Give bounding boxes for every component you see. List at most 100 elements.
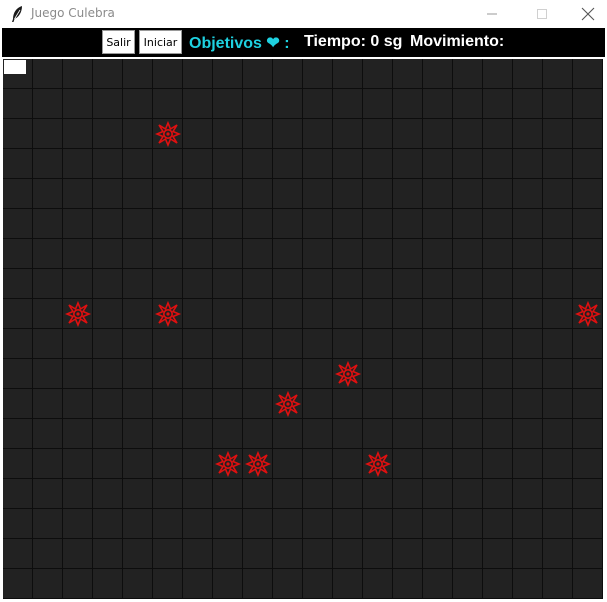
grid-cell (273, 239, 303, 269)
grid-cell (93, 119, 123, 149)
grid-cell (153, 509, 183, 539)
grid-cell (123, 179, 153, 209)
grid-cell (123, 239, 153, 269)
grid-cell (33, 299, 63, 329)
grid-cell (153, 389, 183, 419)
grid-cell (483, 359, 513, 389)
grid-cell (333, 539, 363, 569)
grid-cell (333, 389, 363, 419)
maximize-button[interactable] (519, 0, 565, 28)
grid-cell (243, 119, 273, 149)
grid-cell (63, 509, 93, 539)
target-icon (154, 300, 182, 328)
grid-cell (273, 449, 303, 479)
grid-cell (123, 389, 153, 419)
grid-cell (63, 239, 93, 269)
grid-cell (483, 239, 513, 269)
grid-cell (243, 479, 273, 509)
target-icon (154, 120, 182, 148)
grid-cell (363, 269, 393, 299)
grid-cell (3, 299, 33, 329)
grid-cell (153, 539, 183, 569)
grid-cell (423, 149, 453, 179)
grid-cell (153, 269, 183, 299)
grid-cell (123, 329, 153, 359)
grid-cell (453, 329, 483, 359)
target-icon (334, 360, 362, 388)
game-board (3, 59, 603, 599)
grid-cell (183, 119, 213, 149)
grid-cell (303, 149, 333, 179)
grid-cell (153, 149, 183, 179)
grid-cell (543, 569, 573, 599)
grid-cell (513, 419, 543, 449)
grid-cell (33, 269, 63, 299)
grid-cell (453, 419, 483, 449)
grid-cell (3, 419, 33, 449)
grid-cell (183, 539, 213, 569)
close-button[interactable] (565, 0, 607, 28)
grid-cell (393, 119, 423, 149)
grid-cell (123, 509, 153, 539)
grid-cell (183, 479, 213, 509)
grid-cell (243, 509, 273, 539)
grid-cell (543, 179, 573, 209)
grid-cell (243, 419, 273, 449)
grid-cell (303, 59, 333, 89)
grid-cell (453, 449, 483, 479)
grid-cell (543, 329, 573, 359)
grid-cell (213, 539, 243, 569)
grid-cell (513, 299, 543, 329)
grid-cell (183, 179, 213, 209)
grid-cell (153, 419, 183, 449)
grid-cell (423, 119, 453, 149)
grid-cell (393, 359, 423, 389)
grid-cell (63, 479, 93, 509)
grid-cell (213, 209, 243, 239)
grid-cell (303, 539, 333, 569)
grid-cell (213, 299, 243, 329)
grid-cell (243, 299, 273, 329)
target-icon (574, 300, 602, 328)
grid-cell (243, 359, 273, 389)
grid-cell (33, 119, 63, 149)
grid-cell (123, 119, 153, 149)
grid-cell (3, 239, 33, 269)
grid-cell (33, 59, 63, 89)
grid-cell (273, 569, 303, 599)
grid-cell (573, 479, 603, 509)
grid-cell (573, 239, 603, 269)
grid-cell (33, 239, 63, 269)
salir-button[interactable]: Salir (102, 30, 135, 54)
grid-cell (3, 569, 33, 599)
tiempo-label: Tiempo: 0 sg (304, 33, 403, 50)
grid-cell (453, 179, 483, 209)
grid-cell (393, 59, 423, 89)
grid-cell (63, 449, 93, 479)
minimize-button[interactable] (469, 0, 515, 28)
grid-cell (363, 89, 393, 119)
grid-cell (393, 269, 423, 299)
grid-cell (153, 359, 183, 389)
target-icon (64, 300, 92, 328)
grid-cell (3, 359, 33, 389)
grid-cell (93, 509, 123, 539)
grid-cell (483, 329, 513, 359)
grid-cell (543, 359, 573, 389)
grid-cell (393, 299, 423, 329)
grid-cell (513, 89, 543, 119)
grid-cell (3, 209, 33, 239)
grid-cell (393, 569, 423, 599)
grid-cell (483, 419, 513, 449)
iniciar-button[interactable]: Iniciar (139, 30, 182, 54)
grid-cell (423, 269, 453, 299)
grid-cell (63, 179, 93, 209)
grid-cell (63, 89, 93, 119)
grid-cell (543, 419, 573, 449)
grid-cell (393, 209, 423, 239)
grid-cell (483, 89, 513, 119)
grid-cell (243, 149, 273, 179)
grid-cell (573, 389, 603, 419)
grid-cell (543, 239, 573, 269)
grid-cell (483, 569, 513, 599)
